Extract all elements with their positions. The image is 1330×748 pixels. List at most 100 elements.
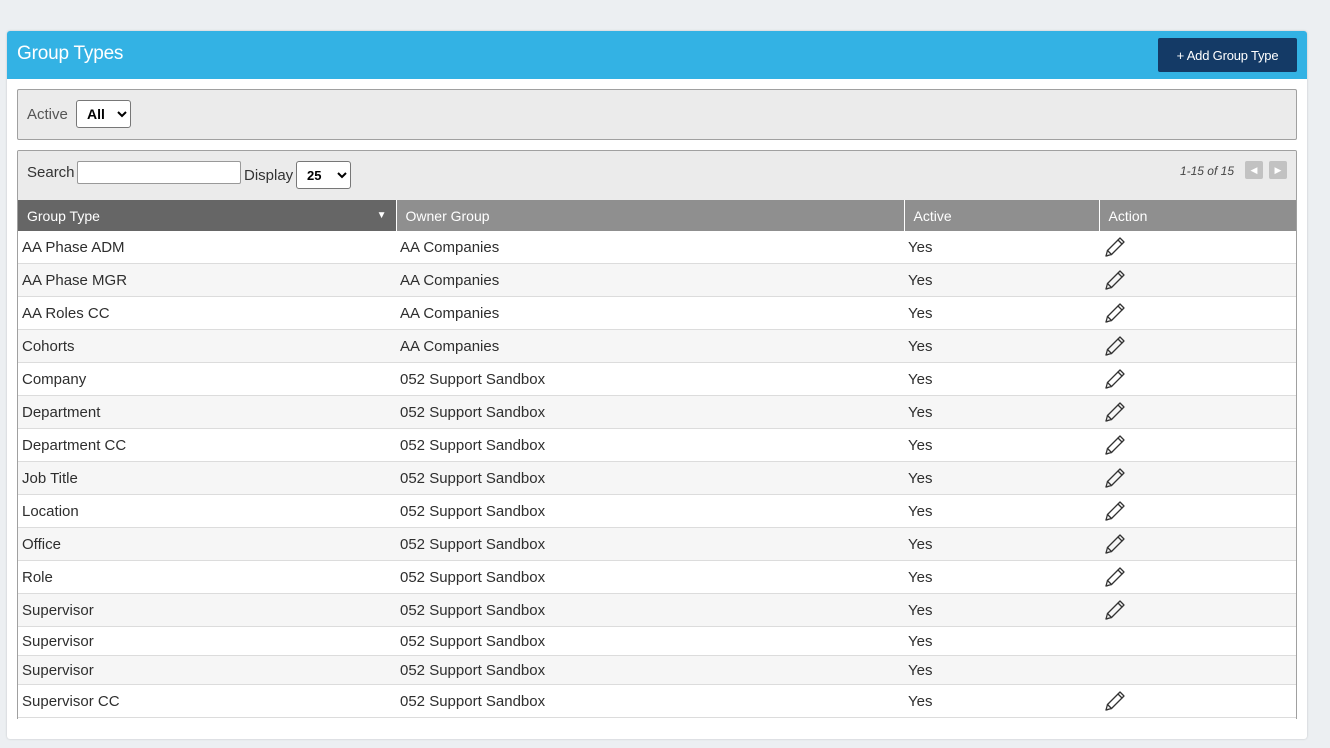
cell-active: Yes xyxy=(904,560,1099,594)
cell-group-type: Cohorts xyxy=(18,329,396,363)
previous-page-button[interactable]: ◀ xyxy=(1245,161,1263,179)
cell-action xyxy=(1099,329,1296,363)
table-body: AA Phase ADM AA Companies Yes AA Phase MGR A… xyxy=(18,231,1296,718)
cell-owner-group: AA Companies xyxy=(396,231,904,264)
filter-bar: Active All xyxy=(17,89,1297,140)
cell-action xyxy=(1099,626,1296,656)
table-row: AA Roles CC AA Companies Yes xyxy=(18,296,1296,330)
column-header-owner-group[interactable]: Owner Group xyxy=(396,200,905,231)
cell-active: Yes xyxy=(904,428,1099,462)
display-count-select[interactable]: 25 xyxy=(296,161,351,189)
column-header-label: Active xyxy=(913,207,952,224)
add-group-type-button[interactable]: + Add Group Type xyxy=(1158,38,1297,72)
cell-active: Yes xyxy=(904,395,1099,429)
group-types-grid: Search Display 25 1-15 of 15 ◀ ▶ Group T… xyxy=(17,150,1297,719)
cell-group-type: Supervisor CC xyxy=(18,684,396,718)
active-filter-select[interactable]: All xyxy=(76,100,131,128)
cell-active: Yes xyxy=(904,329,1099,363)
cell-group-type: AA Phase ADM xyxy=(18,231,396,264)
cell-active: Yes xyxy=(904,527,1099,561)
active-filter-label: Active xyxy=(27,106,68,123)
cell-owner-group: 052 Support Sandbox xyxy=(396,362,904,396)
cell-active: Yes xyxy=(904,626,1099,656)
table-row: Supervisor 052 Support Sandbox Yes xyxy=(18,655,1296,685)
table-row: Supervisor 052 Support Sandbox Yes xyxy=(18,626,1296,656)
table-row: Supervisor CC 052 Support Sandbox Yes xyxy=(18,684,1296,718)
table-row: Role 052 Support Sandbox Yes xyxy=(18,560,1296,594)
cell-group-type: AA Phase MGR xyxy=(18,263,396,297)
cell-action xyxy=(1099,593,1296,627)
cell-active: Yes xyxy=(904,263,1099,297)
cell-action xyxy=(1099,494,1296,528)
cell-action xyxy=(1099,231,1296,264)
cell-active: Yes xyxy=(904,494,1099,528)
search-label: Search xyxy=(27,164,75,181)
table-row: Job Title 052 Support Sandbox Yes xyxy=(18,461,1296,495)
column-header-active[interactable]: Active xyxy=(904,200,1100,231)
column-header-group-type[interactable]: Group Type ▼ xyxy=(18,200,397,231)
cell-group-type: Job Title xyxy=(18,461,396,495)
grid-toolbar: Search Display 25 1-15 of 15 ◀ ▶ xyxy=(18,151,1296,200)
cell-active: Yes xyxy=(904,231,1099,264)
next-page-button[interactable]: ▶ xyxy=(1269,161,1287,179)
cell-group-type: Office xyxy=(18,527,396,561)
cell-active: Yes xyxy=(904,362,1099,396)
pencil-icon[interactable] xyxy=(1103,400,1127,424)
cell-action xyxy=(1099,428,1296,462)
pencil-icon[interactable] xyxy=(1103,689,1127,713)
pencil-icon[interactable] xyxy=(1103,367,1127,391)
cell-owner-group: 052 Support Sandbox xyxy=(396,655,904,685)
triangle-left-icon: ◀ xyxy=(1250,165,1258,175)
cell-group-type: Supervisor xyxy=(18,626,396,656)
cell-group-type: Supervisor xyxy=(18,593,396,627)
table-row: AA Phase ADM AA Companies Yes xyxy=(18,231,1296,264)
pencil-icon[interactable] xyxy=(1103,532,1127,556)
cell-group-type: AA Roles CC xyxy=(18,296,396,330)
panel-header: Group Types + Add Group Type xyxy=(7,31,1307,79)
group-types-panel: Group Types + Add Group Type Active All … xyxy=(7,31,1307,739)
pencil-icon[interactable] xyxy=(1103,334,1127,358)
cell-action xyxy=(1099,362,1296,396)
pencil-icon[interactable] xyxy=(1103,499,1127,523)
cell-action xyxy=(1099,684,1296,718)
cell-action xyxy=(1099,296,1296,330)
cell-active: Yes xyxy=(904,593,1099,627)
pager-status: 1-15 of 15 xyxy=(1179,164,1234,178)
table-row: Cohorts AA Companies Yes xyxy=(18,329,1296,363)
column-header-label: Action xyxy=(1108,207,1148,224)
group-types-table: Group Type ▼ Owner Group Active Action A… xyxy=(18,200,1296,718)
cell-owner-group: 052 Support Sandbox xyxy=(396,395,904,429)
cell-active: Yes xyxy=(904,296,1099,330)
cell-action xyxy=(1099,263,1296,297)
search-input[interactable] xyxy=(77,161,241,184)
cell-owner-group: 052 Support Sandbox xyxy=(396,684,904,718)
cell-owner-group: 052 Support Sandbox xyxy=(396,593,904,627)
page-title: Group Types xyxy=(17,43,124,64)
pencil-icon[interactable] xyxy=(1103,598,1127,622)
cell-owner-group: AA Companies xyxy=(396,263,904,297)
cell-owner-group: AA Companies xyxy=(396,329,904,363)
sort-descending-icon: ▼ xyxy=(376,210,387,221)
triangle-right-icon: ▶ xyxy=(1274,165,1282,175)
cell-owner-group: 052 Support Sandbox xyxy=(396,626,904,656)
table-row: AA Phase MGR AA Companies Yes xyxy=(18,263,1296,297)
cell-owner-group: 052 Support Sandbox xyxy=(396,428,904,462)
cell-owner-group: 052 Support Sandbox xyxy=(396,560,904,594)
pencil-icon[interactable] xyxy=(1103,433,1127,457)
cell-owner-group: 052 Support Sandbox xyxy=(396,461,904,495)
table-row: Department 052 Support Sandbox Yes xyxy=(18,395,1296,429)
pencil-icon[interactable] xyxy=(1103,235,1127,259)
cell-group-type: Supervisor xyxy=(18,655,396,685)
cell-group-type: Department xyxy=(18,395,396,429)
table-row: Department CC 052 Support Sandbox Yes xyxy=(18,428,1296,462)
cell-active: Yes xyxy=(904,684,1099,718)
cell-action xyxy=(1099,655,1296,685)
cell-action xyxy=(1099,527,1296,561)
pencil-icon[interactable] xyxy=(1103,565,1127,589)
table-header-row: Group Type ▼ Owner Group Active Action xyxy=(18,200,1296,231)
cell-group-type: Role xyxy=(18,560,396,594)
table-row: Location 052 Support Sandbox Yes xyxy=(18,494,1296,528)
pencil-icon[interactable] xyxy=(1103,466,1127,490)
pencil-icon[interactable] xyxy=(1103,301,1127,325)
pencil-icon[interactable] xyxy=(1103,268,1127,292)
